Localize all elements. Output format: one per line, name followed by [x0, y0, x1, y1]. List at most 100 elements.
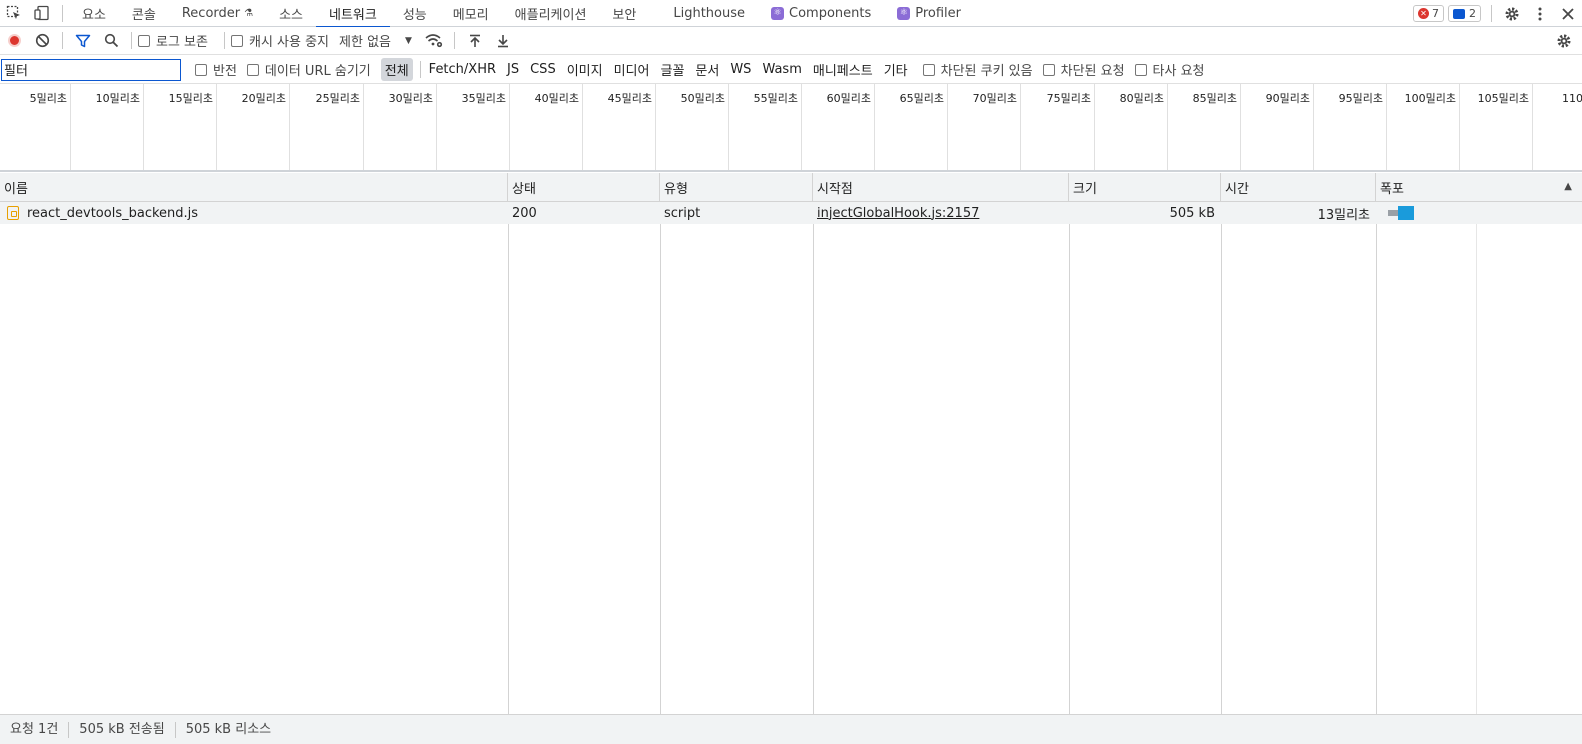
message-count: 2 — [1469, 7, 1476, 20]
type-filter-wasm[interactable]: Wasm — [758, 60, 805, 79]
column-divider — [660, 202, 661, 714]
column-header-name[interactable]: 이름 — [0, 173, 508, 201]
blocked-requests-label: 차단된 요청 — [1060, 64, 1125, 79]
column-divider — [813, 202, 814, 714]
preserve-log-checkbox[interactable]: 로그 보존 — [138, 31, 208, 50]
column-divider — [508, 202, 509, 714]
table-header: 이름 상태 유형 시작점 크기 시간 폭포 ▲ — [0, 173, 1582, 202]
throttling-select[interactable]: 제한 없음 ▼ — [339, 31, 412, 50]
column-divider — [1221, 202, 1222, 714]
error-count: 7 — [1432, 7, 1439, 20]
checkbox-box[interactable] — [230, 34, 243, 47]
filter-toggle-button[interactable] — [69, 27, 97, 55]
tab-console[interactable]: 콘솔 — [119, 0, 169, 27]
checkbox-box[interactable] — [138, 34, 150, 47]
tab-label: 요소 — [82, 7, 106, 23]
record-icon — [7, 34, 21, 47]
network-conditions-button[interactable] — [420, 27, 448, 55]
filter-input[interactable] — [1, 58, 181, 81]
checkbox-box[interactable] — [922, 63, 935, 76]
filter-bar: 반전 데이터 URL 숨기기 전체 Fetch/XHR JS CSS 이미지 미… — [0, 56, 1582, 84]
tab-recorder[interactable]: Recorder ⚗ — [169, 0, 266, 27]
export-har-button[interactable] — [489, 27, 517, 55]
third-party-checkbox[interactable]: 타사 요청 — [1134, 60, 1205, 79]
toolbar-divider — [223, 32, 225, 49]
type-filter-font[interactable]: 글꼴 — [656, 58, 688, 81]
clear-button[interactable] — [28, 27, 56, 55]
overview-tick-label: 110밀리 — [1562, 92, 1582, 105]
blocked-cookies-checkbox[interactable]: 차단된 쿠키 있음 — [922, 60, 1033, 79]
type-filter-other[interactable]: 기타 — [880, 58, 912, 81]
close-icon[interactable] — [1554, 0, 1582, 27]
third-party-label: 타사 요청 — [1152, 64, 1205, 79]
tab-components[interactable]: ⚛ Components — [758, 0, 884, 27]
column-header-size[interactable]: 크기 — [1069, 173, 1221, 201]
type-filter-ws[interactable]: WS — [726, 60, 755, 79]
tab-sources[interactable]: 소스 — [266, 0, 316, 27]
type-filter-js[interactable]: JS — [503, 60, 523, 79]
type-filter-media[interactable]: 미디어 — [610, 58, 654, 81]
initiator-link[interactable]: injectGlobalHook.js:2157 — [817, 206, 979, 221]
device-toolbar-icon[interactable] — [28, 0, 56, 27]
column-divider — [1376, 202, 1377, 714]
type-filter-img[interactable]: 이미지 — [563, 58, 607, 81]
type-filter-css[interactable]: CSS — [526, 60, 560, 79]
react-icon: ⚛ — [897, 6, 911, 20]
type-filter-doc[interactable]: 문서 — [691, 58, 723, 81]
blocked-requests-checkbox[interactable]: 차단된 요청 — [1042, 60, 1125, 79]
select-element-icon[interactable] — [0, 0, 28, 27]
toolbar-divider — [453, 32, 455, 49]
summary-bar: 요청 1건 505 kB 전송됨 505 kB 리소스 — [0, 714, 1582, 744]
table-row[interactable]: react_devtools_backend.js 200 script inj… — [0, 202, 1582, 224]
tab-label: 메모리 — [452, 7, 489, 23]
invert-checkbox[interactable]: 반전 — [195, 60, 237, 79]
toolbar-divider — [62, 4, 63, 22]
request-name: react_devtools_backend.js — [27, 205, 199, 221]
checkbox-box[interactable] — [1134, 63, 1147, 76]
script-file-icon — [7, 206, 19, 220]
record-button[interactable] — [0, 27, 28, 55]
disable-cache-checkbox[interactable]: 캐시 사용 중지 — [230, 31, 330, 50]
more-options-icon[interactable] — [1526, 0, 1554, 27]
resources-size: 505 kB 리소스 — [185, 721, 272, 737]
error-count-badge[interactable]: ✕ 7 — [1413, 5, 1444, 22]
toolbar-right: ✕ 7 2 — [1413, 0, 1582, 27]
type-filter-all[interactable]: 전체 — [380, 58, 413, 81]
tab-network[interactable]: 네트워크 — [316, 0, 390, 28]
search-button[interactable] — [97, 27, 125, 55]
tab-security[interactable]: 보안 — [599, 0, 660, 27]
tab-label: 애플리케이션 — [514, 7, 587, 23]
type-filter-manifest[interactable]: 매니페스트 — [809, 58, 877, 81]
tab-label: 네트워크 — [329, 7, 377, 23]
blocked-cookies-label: 차단된 쿠키 있음 — [940, 64, 1033, 79]
checkbox-box[interactable] — [195, 63, 207, 76]
tab-profiler[interactable]: ⚛ Profiler — [884, 0, 974, 27]
column-header-time[interactable]: 시간 — [1221, 173, 1376, 201]
hide-data-urls-checkbox[interactable]: 데이터 URL 숨기기 — [246, 60, 371, 79]
waterfall-grid-line — [1476, 202, 1477, 714]
toolbar-divider — [62, 32, 63, 49]
overview-grid-line — [0, 84, 1582, 170]
message-count-badge[interactable]: 2 — [1448, 5, 1481, 22]
import-har-button[interactable] — [461, 27, 489, 55]
download-icon — [497, 34, 508, 47]
tab-performance[interactable]: 성능 — [390, 0, 440, 27]
tab-lighthouse[interactable]: Lighthouse — [660, 0, 758, 27]
type-filter-fetch-xhr[interactable]: Fetch/XHR — [425, 60, 500, 79]
column-header-initiator[interactable]: 시작점 — [813, 173, 1069, 201]
checkbox-box[interactable] — [246, 63, 259, 76]
column-header-type[interactable]: 유형 — [660, 173, 813, 201]
flask-icon: ⚗ — [244, 7, 254, 19]
tab-application[interactable]: 애플리케이션 — [502, 0, 600, 27]
network-settings-button[interactable] — [1550, 27, 1578, 55]
clear-icon — [35, 33, 49, 48]
disable-cache-label: 캐시 사용 중지 — [248, 35, 330, 50]
settings-gear-icon[interactable] — [1498, 0, 1526, 27]
timeline-overview[interactable]: 5밀리초 10밀리초 15밀리초 20밀리초 25밀리초 30밀리초 35밀리초 40밀리초 4… — [0, 84, 1582, 172]
tab-elements[interactable]: 요소 — [69, 0, 119, 27]
column-header-status[interactable]: 상태 — [508, 173, 660, 201]
tab-memory[interactable]: 메모리 — [440, 0, 502, 27]
tab-label: 소스 — [279, 7, 303, 23]
checkbox-box[interactable] — [1042, 63, 1055, 76]
column-header-waterfall[interactable]: 폭포 ▲ — [1376, 173, 1582, 201]
